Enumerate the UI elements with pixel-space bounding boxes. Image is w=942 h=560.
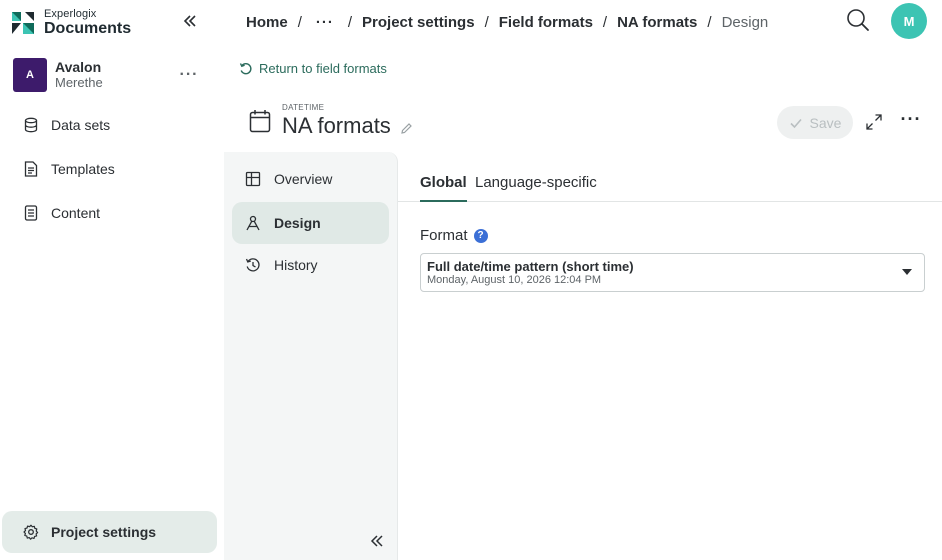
format-example: Monday, August 10, 2026 12:04 PM [427,274,602,286]
collapse-panel-button[interactable] [368,532,386,550]
account-user: Merethe [55,74,103,90]
search-button[interactable] [845,7,871,33]
calendar-icon [249,110,271,133]
breadcrumb-separator: / [347,13,353,31]
sidebar-item-label: Data sets [51,117,111,133]
page-title: NA formats [282,113,391,138]
account-name: Avalon [55,59,102,76]
field-type-label: DATETIME [282,103,325,112]
tab-language-specific[interactable]: Language-specific [475,174,597,191]
record-nav-panel: Overview Design History [224,152,398,560]
breadcrumb-home[interactable]: Home [246,14,288,31]
brand-name: Documents [44,20,132,37]
record-nav-label: Overview [274,171,333,187]
sidebar: Experlogix Documents A Avalon Merethe ··… [0,0,224,560]
breadcrumb: Home / ··· / Project settings / Field fo… [246,12,768,32]
account-more-button[interactable]: ··· [179,65,199,85]
tab-global[interactable]: Global [420,174,467,202]
database-icon [21,115,41,135]
breadcrumb-separator: / [602,13,608,31]
breadcrumb-na-formats[interactable]: NA formats [617,14,697,31]
document-icon [21,159,41,179]
sidebar-item-label: Content [51,205,101,221]
grid-icon [244,170,262,188]
sidebar-item-project-settings[interactable]: Project settings [2,511,217,553]
help-icon[interactable]: ? [473,228,488,243]
format-field-label: Format ? [420,227,488,244]
record-nav-history[interactable]: History [232,244,389,286]
sidebar-item-data-sets[interactable]: Data sets [14,108,214,142]
record-nav-label: Design [274,215,321,231]
account-avatar: A [13,58,47,92]
double-chevron-left-icon [370,535,383,547]
format-select[interactable]: Full date/time pattern (short time) Mond… [420,253,925,292]
brand-logo[interactable]: Experlogix Documents [12,9,131,37]
breadcrumb-current: Design [721,13,769,31]
page-header: DATETIME NA formats [249,103,413,139]
account-switcher[interactable]: A Avalon Merethe ··· [13,57,213,93]
save-button[interactable]: Save [777,106,853,139]
user-avatar[interactable]: M [891,3,927,39]
search-icon [847,9,869,31]
record-nav-overview[interactable]: Overview [232,158,389,200]
pencil-icon[interactable] [400,122,413,135]
caret-down-icon [902,269,912,275]
more-options-button[interactable]: ··· [900,110,922,131]
breadcrumb-separator: / [297,13,302,31]
breadcrumb-field-formats[interactable]: Field formats [499,14,593,31]
sidebar-item-label: Templates [51,161,115,177]
tab-bar: Global Language-specific [398,163,942,202]
format-label: Format [420,227,468,244]
breadcrumb-separator: / [484,13,489,31]
expand-icon [866,114,882,130]
logo-icon [12,12,34,34]
check-icon [789,118,802,128]
save-button-label: Save [809,114,842,131]
undo-icon [239,62,252,74]
content-icon [21,203,41,223]
breadcrumb-separator: / [707,13,712,31]
collapse-sidebar-button[interactable] [180,11,200,31]
sidebar-item-label: Project settings [51,524,157,540]
sidebar-item-templates[interactable]: Templates [14,152,214,186]
sidebar-item-content[interactable]: Content [14,196,214,230]
breadcrumb-more-button[interactable]: ··· [312,14,338,31]
breadcrumb-project-settings[interactable]: Project settings [362,14,475,31]
return-link-label: Return to field formats [259,61,387,76]
record-nav-design[interactable]: Design [232,202,389,244]
record-nav-label: History [274,257,318,273]
brand-top-text: Experlogix [44,8,97,20]
design-icon [244,214,262,232]
format-selected-value: Full date/time pattern (short time) [427,259,634,274]
gear-icon [21,522,41,542]
double-chevron-left-icon [183,15,196,27]
history-icon [244,256,262,274]
expand-button[interactable] [865,113,883,131]
return-to-field-formats-link[interactable]: Return to field formats [239,61,387,76]
